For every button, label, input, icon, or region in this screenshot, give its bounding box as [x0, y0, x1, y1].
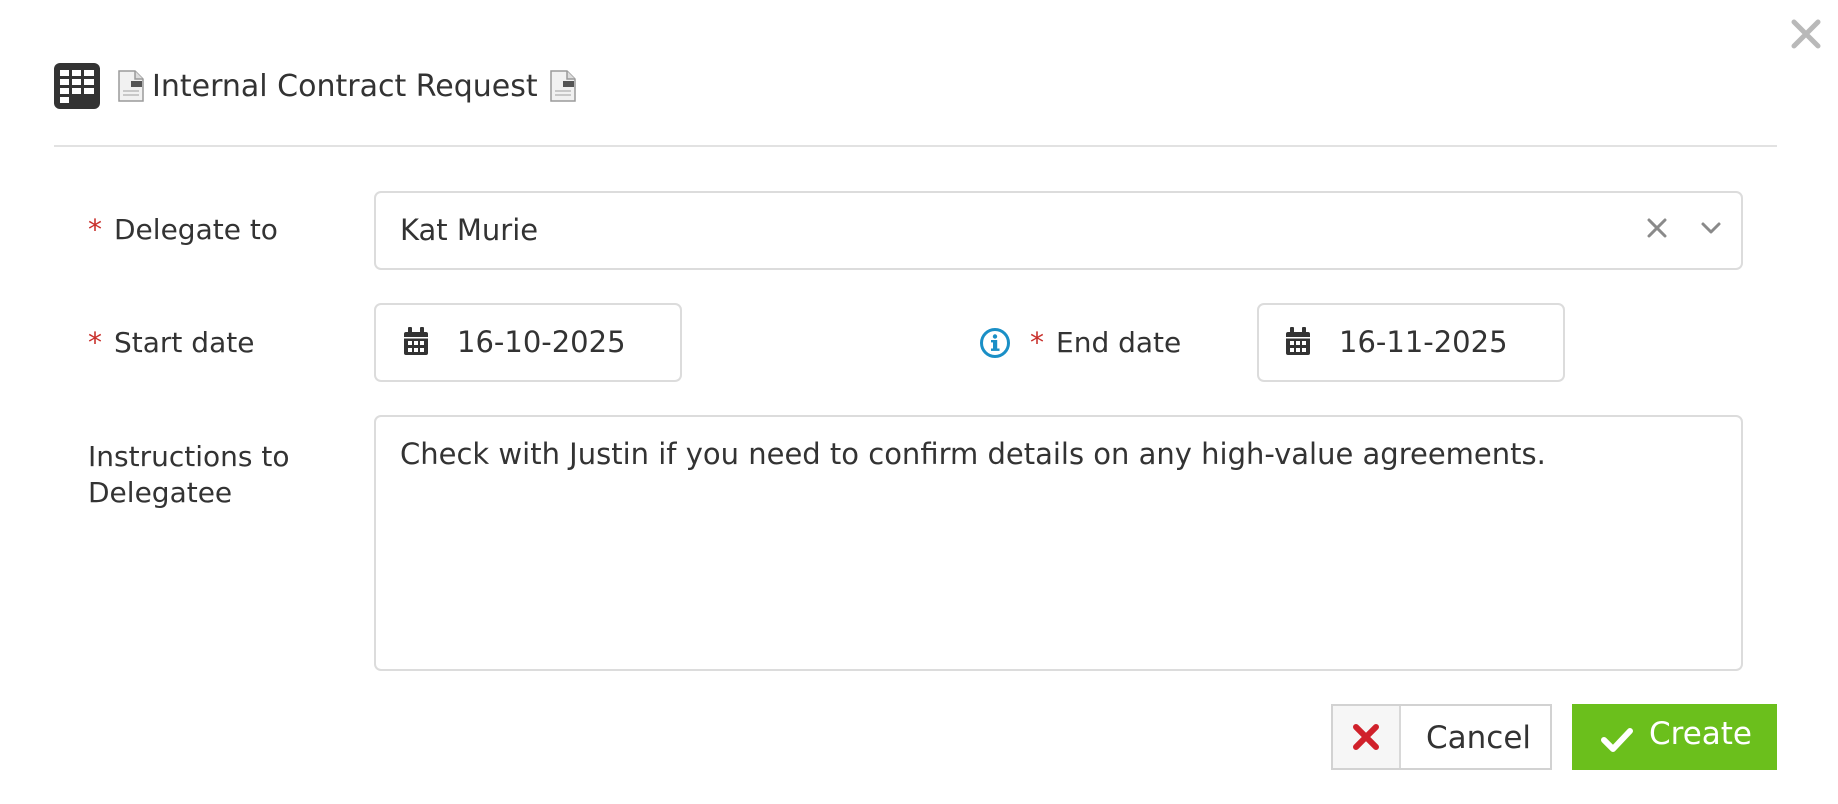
- instructions-label-line1: Instructions to: [88, 440, 290, 473]
- instructions-textarea[interactable]: Check with Justin if you need to confirm…: [374, 415, 1743, 671]
- document-icon: [118, 70, 144, 102]
- required-marker: *: [1030, 326, 1044, 359]
- dialog-title: Internal Contract Request: [152, 68, 538, 104]
- cancel-button[interactable]: Cancel: [1331, 704, 1552, 770]
- clear-icon[interactable]: [1645, 216, 1669, 240]
- end-date-label-text: End date: [1056, 326, 1182, 359]
- start-date-label: * Start date: [88, 326, 254, 359]
- calendar-icon[interactable]: [402, 327, 430, 357]
- chevron-down-icon[interactable]: [1699, 218, 1723, 238]
- end-date-input[interactable]: 16-11-2025: [1257, 303, 1565, 382]
- create-button[interactable]: Create: [1572, 704, 1777, 770]
- calendar-icon[interactable]: [1284, 327, 1312, 357]
- document-icon: [549, 70, 576, 102]
- end-date-label: * End date: [1030, 326, 1181, 359]
- delegate-label: * Delegate to: [88, 213, 278, 246]
- info-icon[interactable]: [979, 327, 1011, 359]
- table-icon: [54, 63, 100, 109]
- start-date-input[interactable]: 16-10-2025: [374, 303, 682, 382]
- required-marker: *: [88, 213, 102, 246]
- instructions-label: Instructions to Delegatee: [88, 439, 289, 511]
- header-divider: [54, 145, 1777, 147]
- delegate-select-value: Kat Murie: [400, 213, 539, 247]
- instructions-label-line2: Delegatee: [88, 476, 233, 509]
- start-date-label-text: Start date: [114, 326, 255, 359]
- delegate-select[interactable]: Kat Murie: [374, 191, 1743, 270]
- start-date-value: 16-10-2025: [457, 325, 626, 359]
- delegate-label-text: Delegate to: [114, 213, 278, 246]
- close-icon[interactable]: [1788, 16, 1824, 52]
- cancel-button-label: Cancel: [1426, 720, 1532, 756]
- delegate-dialog: Internal Contract Request * Delegate to K…: [0, 0, 1838, 804]
- cancel-icon-cell: [1333, 706, 1401, 768]
- required-marker: *: [88, 326, 102, 359]
- close-icon: [1353, 724, 1379, 750]
- end-date-value: 16-11-2025: [1339, 325, 1508, 359]
- check-icon: [1601, 728, 1633, 752]
- create-button-label: Create: [1649, 716, 1753, 752]
- instructions-value: Check with Justin if you need to confirm…: [400, 437, 1546, 471]
- dialog-header: Internal Contract Request: [54, 62, 584, 110]
